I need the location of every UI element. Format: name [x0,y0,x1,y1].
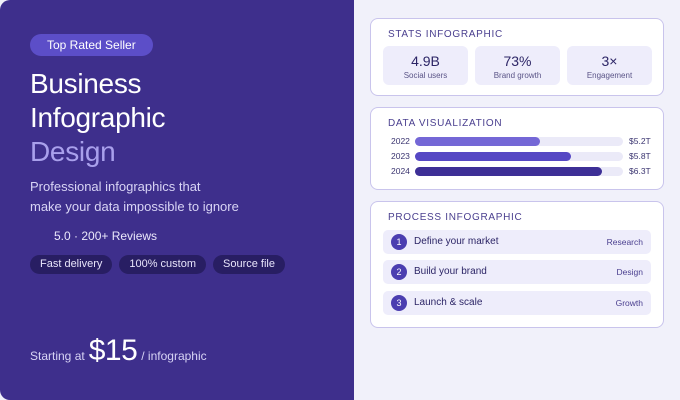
viz-card-header: DATA VISUALIZATION [388,118,503,129]
bar-row-2022: 2022 $5.2T [391,136,659,147]
step-category: Growth [615,298,643,308]
process-step-1: 1 Define your market Research [383,230,651,254]
process-step-2: 2 Build your brand Design [383,260,651,284]
bar-row-2024: 2024 $6.3T [391,166,659,177]
bar-fill [415,152,571,161]
hero-panel: Top Rated Seller Business Infographic De… [0,0,354,400]
stat-social-users: 4.9B Social users [383,46,468,85]
bar-year: 2023 [391,151,410,161]
bar-track [415,167,623,176]
hero-subtitle: Professional infographics that make your… [30,177,239,217]
step-category: Design [616,267,643,277]
stat-label: Social users [403,71,448,80]
price-amount: $15 [88,334,138,367]
step-number: 2 [391,264,407,280]
step-label: Build your brand [414,266,487,277]
step-category: Research [606,237,643,247]
price-unit: / infographic [141,349,207,363]
bar-amount: $5.8T [629,151,651,161]
bar-row-2023: 2023 $5.8T [391,151,659,162]
hero-subtitle-line-2: make your data impossible to ignore [30,199,239,214]
process-step-3: 3 Launch & scale Growth [383,291,651,315]
process-card-header: PROCESS INFOGRAPHIC [388,212,523,223]
tag-fast-delivery: Fast delivery [30,255,113,274]
stat-label: Engagement [586,71,633,80]
hero-subtitle-line-1: Professional infographics that [30,179,201,194]
hero-title-line-2: Infographic [30,102,166,133]
tag-source-file: Source file [213,255,285,274]
stat-value: 4.9B [411,53,440,69]
feature-tags: Fast delivery 100% custom Source file [30,255,285,274]
hero-title-line-3: Design [30,136,116,167]
stats-row: 4.9B Social users 73% Brand growth 3× En… [383,46,652,85]
hero-title: Business Infographic Design [30,67,166,169]
stat-value: 3× [601,53,618,69]
bar-amount: $6.3T [629,166,651,176]
price-label: Starting at [30,349,85,363]
pricing: Starting at $15 / infographic [30,334,207,368]
bar-track [415,137,623,146]
step-label: Launch & scale [414,297,483,308]
stat-brand-growth: 73% Brand growth [475,46,560,85]
bar-year: 2022 [391,136,410,146]
step-number: 3 [391,295,407,311]
step-number: 1 [391,234,407,250]
stats-card-header: STATS INFOGRAPHIC [388,29,503,40]
stat-label: Brand growth [493,71,542,80]
reviews-summary: 5.0 · 200+ Reviews [54,229,158,243]
step-label: Define your market [414,236,499,247]
hero-title-line-1: Business [30,68,142,99]
data-visualization-card: DATA VISUALIZATION 2022 $5.2T 2023 $5.8T… [370,107,664,190]
stats-infographic-card: STATS INFOGRAPHIC 4.9B Social users 73% … [370,18,664,96]
stat-value: 73% [503,53,532,69]
bar-year: 2024 [391,166,410,176]
tag-custom: 100% custom [119,255,207,274]
top-rated-badge: Top Rated Seller [30,34,153,56]
bar-track [415,152,623,161]
bar-fill [415,167,603,176]
bar-amount: $5.2T [629,136,651,146]
stat-engagement: 3× Engagement [567,46,652,85]
bar-fill [415,137,540,146]
process-infographic-card: PROCESS INFOGRAPHIC 1 Define your market… [370,201,664,328]
